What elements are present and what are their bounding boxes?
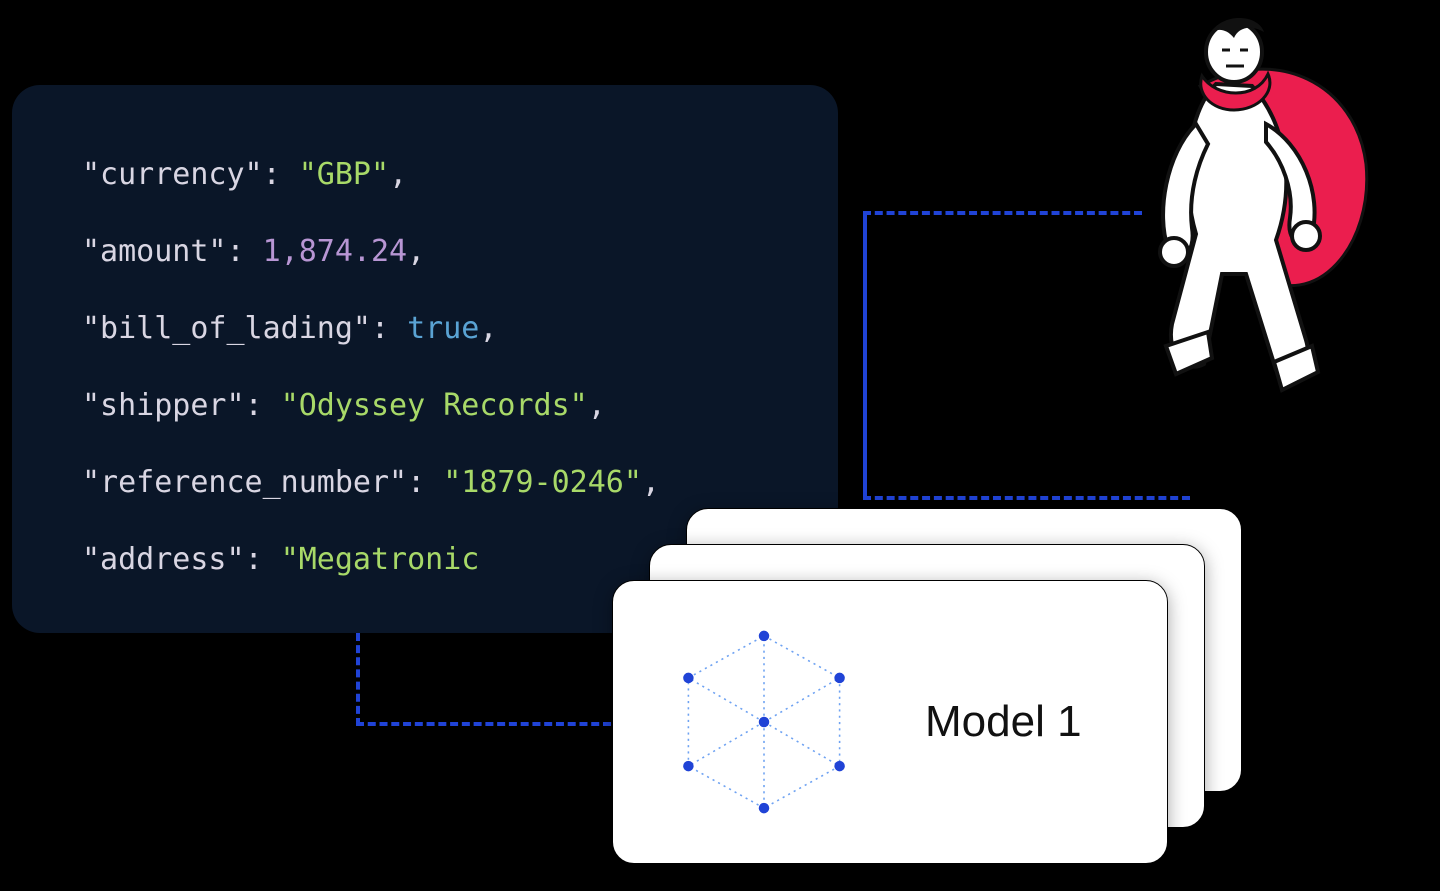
json-comma: ,: [642, 465, 660, 500]
json-line: "amount": 1,874.24,: [82, 232, 768, 271]
json-key: "amount": [82, 234, 227, 269]
connector-line: [863, 211, 1142, 215]
json-value: "1879-0246": [443, 465, 642, 500]
json-value: "Odyssey Records": [281, 388, 588, 423]
json-line: "reference_number": "1879-0246",: [82, 463, 768, 502]
json-value: true: [407, 311, 479, 346]
connector-line: [863, 211, 867, 500]
json-key: "currency": [82, 157, 263, 192]
model-card-stack: Model 1: [612, 500, 1214, 870]
json-colon: :: [227, 234, 263, 269]
json-comma: ,: [389, 157, 407, 192]
json-comma: ,: [479, 311, 497, 346]
json-comma: ,: [407, 234, 425, 269]
json-line: "currency": "GBP",: [82, 155, 768, 194]
json-line: "bill_of_lading": true,: [82, 309, 768, 348]
json-colon: :: [245, 542, 281, 577]
json-value: "GBP": [299, 157, 389, 192]
connector-line: [356, 722, 611, 726]
superhero-illustration: [1126, 14, 1370, 412]
json-value: "Megatronic: [281, 542, 480, 577]
json-colon: :: [407, 465, 443, 500]
json-key: "bill_of_lading": [82, 311, 371, 346]
connector-line: [356, 633, 360, 726]
json-key: "address": [82, 542, 245, 577]
json-value: 1,874.24: [263, 234, 408, 269]
json-line: "shipper": "Odyssey Records",: [82, 386, 768, 425]
model-card-front: Model 1: [612, 580, 1168, 864]
json-colon: :: [371, 311, 407, 346]
json-key: "reference_number": [82, 465, 407, 500]
json-comma: ,: [588, 388, 606, 423]
model-card-label: Model 1: [925, 697, 1082, 747]
json-colon: :: [263, 157, 299, 192]
network-graph-icon: [659, 617, 869, 827]
json-key: "shipper": [82, 388, 245, 423]
json-colon: :: [245, 388, 281, 423]
